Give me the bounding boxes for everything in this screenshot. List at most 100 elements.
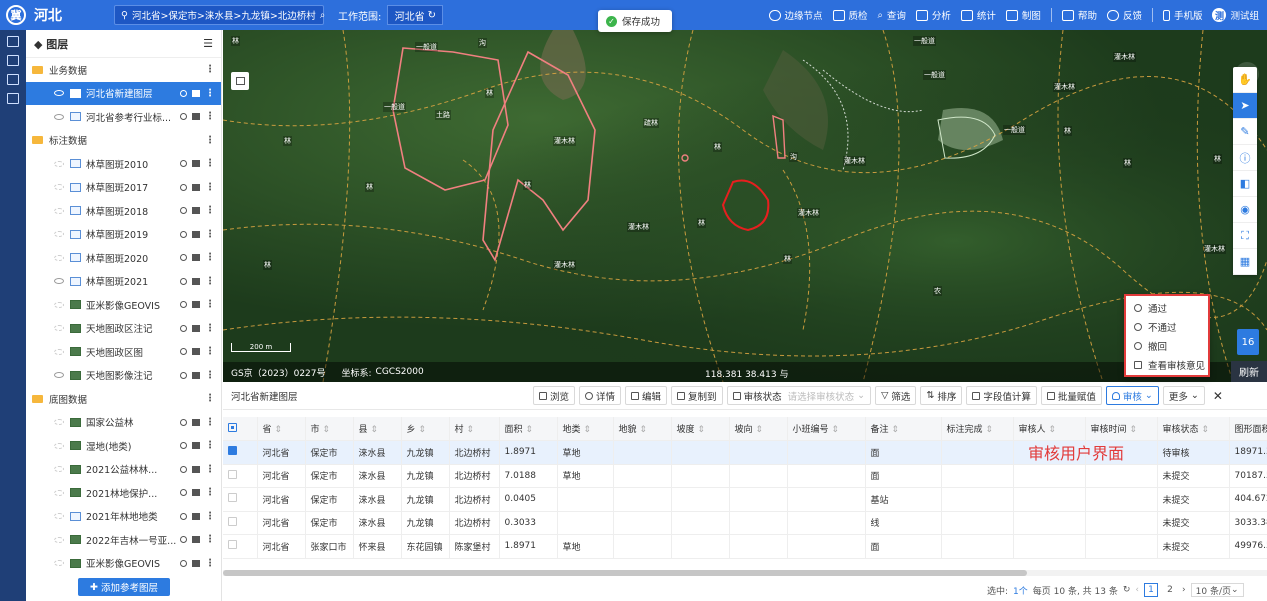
sort-icon[interactable]: ⇕ [525,425,533,435]
layer-item[interactable]: 湿地(地类) ⋮ [26,434,221,458]
attribute-table-icon[interactable] [192,160,200,168]
review-withdraw-item[interactable]: 撤回 [1126,336,1208,355]
column-header[interactable]: 乡 ⇕ [401,417,450,441]
eye-off-icon[interactable] [54,419,64,426]
sort-icon[interactable]: ⇕ [985,425,993,435]
edit-icon[interactable]: ✎ [1233,119,1257,145]
more-vertical-icon[interactable]: ⋮ [205,487,215,498]
more-vertical-icon[interactable]: ⋮ [205,440,215,451]
layer-item[interactable]: 2021年林地地类 ⋮ [26,505,221,529]
pointer-select-icon[interactable]: ➤ [1233,93,1257,119]
field-calc-button[interactable]: 字段值计算 [966,386,1037,405]
sort-icon[interactable]: ⇕ [418,425,426,435]
eye-off-icon[interactable] [54,513,64,520]
review-view-comments-item[interactable]: 查看审核意见 [1126,355,1208,374]
review-approve-item[interactable]: 通过 [1126,298,1208,317]
locate-icon[interactable] [180,301,187,309]
table-row[interactable]: 河北省保定市涞水县九龙镇北边桥村0.3033 线 未提交3033.38 [223,511,1267,535]
filter-button[interactable]: ▽ 筛选 [875,386,917,405]
layer-item[interactable]: 2021公益林林... ⋮ [26,458,221,482]
review-reject-item[interactable]: 不通过 [1126,317,1208,336]
layer-item[interactable]: 2022年吉林一号亚... ⋮ [26,528,221,552]
attribute-table-icon[interactable] [192,207,200,215]
eye-off-icon[interactable] [54,325,64,332]
more-vertical-icon[interactable]: ⋮ [205,558,215,569]
sort-button[interactable]: ⇅ 排序 [920,386,963,405]
basemap-gallery-icon[interactable]: ▦ [1233,249,1257,275]
select-all-checkbox[interactable] [228,422,237,432]
locate-icon[interactable] [180,113,187,121]
column-header[interactable]: 村 ⇕ [449,417,500,441]
fullscreen-icon[interactable]: ⛶ [1233,223,1257,249]
locate-icon[interactable] [180,559,187,567]
more-vertical-icon[interactable]: ⋮ [205,229,215,240]
eye-off-icon[interactable] [54,536,64,543]
attribute-table-icon[interactable] [192,512,200,520]
select-all-header[interactable] [223,417,258,441]
sort-icon[interactable]: ⇕ [466,425,474,435]
locate-icon[interactable] [180,489,187,497]
locate-icon[interactable] [180,207,187,215]
table-row[interactable]: 河北省保定市涞水县九龙镇北边桥村7.0188草地 面 未提交70187.5 [223,464,1267,488]
chart-icon[interactable] [7,93,19,104]
eye-off-icon[interactable] [54,348,64,355]
scrollbar-thumb[interactable] [223,570,1027,576]
sort-icon[interactable]: ⇕ [370,425,378,435]
review-state-filter[interactable]: 审核状态 请选择审核状态 ⌄ [726,386,872,405]
layer-item[interactable]: 林草图斑2018 ⋮ [26,199,221,223]
attribute-table-icon[interactable] [192,489,200,497]
more-vertical-icon[interactable]: ⋮ [205,111,215,122]
page-1[interactable]: 1 [1144,583,1159,597]
layer-item[interactable]: 亚米影像GEOVIS ⋮ [26,552,221,574]
more-vertical-icon[interactable]: ⋮ [205,534,215,545]
locate-icon[interactable] [180,160,187,168]
more-vertical-icon[interactable]: ⋮ [205,464,215,475]
browse-button[interactable]: 浏览 [533,386,576,405]
locate-icon[interactable] [180,418,187,426]
column-header[interactable]: 标注完成 ⇕ [941,417,1014,441]
attribute-table-icon[interactable] [192,277,200,285]
layers-icon[interactable] [7,36,19,47]
layer-item[interactable]: 林草图斑2017 ⋮ [26,176,221,200]
analysis-button[interactable]: 分析 [915,8,951,22]
eye-off-icon[interactable] [54,489,64,496]
row-checkbox[interactable] [228,446,237,456]
eye-off-icon[interactable] [54,207,64,214]
query-button[interactable]: ⌕ 查询 [878,8,906,23]
sort-icon[interactable]: ⇕ [1048,425,1056,435]
attribute-table-icon[interactable] [192,324,200,332]
prev-page-icon[interactable]: ‹ [1135,585,1139,595]
row-select-cell[interactable] [223,440,258,465]
row-select-cell[interactable] [223,511,258,535]
eye-off-icon[interactable] [54,231,64,238]
sort-icon[interactable]: ⇕ [322,425,330,435]
eye-icon[interactable] [54,278,64,285]
layer-item[interactable]: 河北省新建图层 ⋮ [26,81,221,105]
locate-icon[interactable] [180,254,187,262]
column-header[interactable]: 地貌 ⇕ [613,417,672,441]
column-header[interactable]: 审核人 ⇕ [1013,417,1086,441]
row-checkbox[interactable] [228,540,237,550]
eye-off-icon[interactable] [54,560,64,567]
attribute-table-icon[interactable] [192,113,200,121]
detail-button[interactable]: 详情 [579,386,622,405]
info-icon[interactable]: ⓘ [1233,145,1257,171]
layer-item[interactable]: 林草图斑2019 ⋮ [26,223,221,247]
more-vertical-icon[interactable]: ⋮ [205,511,215,522]
batch-assign-button[interactable]: 批量赋值 [1040,386,1102,405]
sort-icon[interactable]: ⇕ [639,425,647,435]
eye-off-icon[interactable] [54,466,64,473]
sort-icon[interactable]: ⇕ [583,425,591,435]
column-header[interactable]: 面积 ⇕ [499,417,558,441]
attribute-table-icon[interactable] [192,230,200,238]
more-vertical-icon[interactable]: ⋮ [205,182,215,193]
more-vertical-icon[interactable]: ⋮ [205,135,215,146]
attribute-table-icon[interactable] [192,371,200,379]
attribute-table-icon[interactable] [192,183,200,191]
locate-icon[interactable] [180,348,187,356]
more-vertical-icon[interactable]: ⋮ [205,205,215,216]
more-vertical-icon[interactable]: ⋮ [205,346,215,357]
column-header[interactable]: 省 ⇕ [257,417,306,441]
scope-selector[interactable]: 河北省 ↻ [387,5,444,25]
locate-icon[interactable] [180,536,187,544]
